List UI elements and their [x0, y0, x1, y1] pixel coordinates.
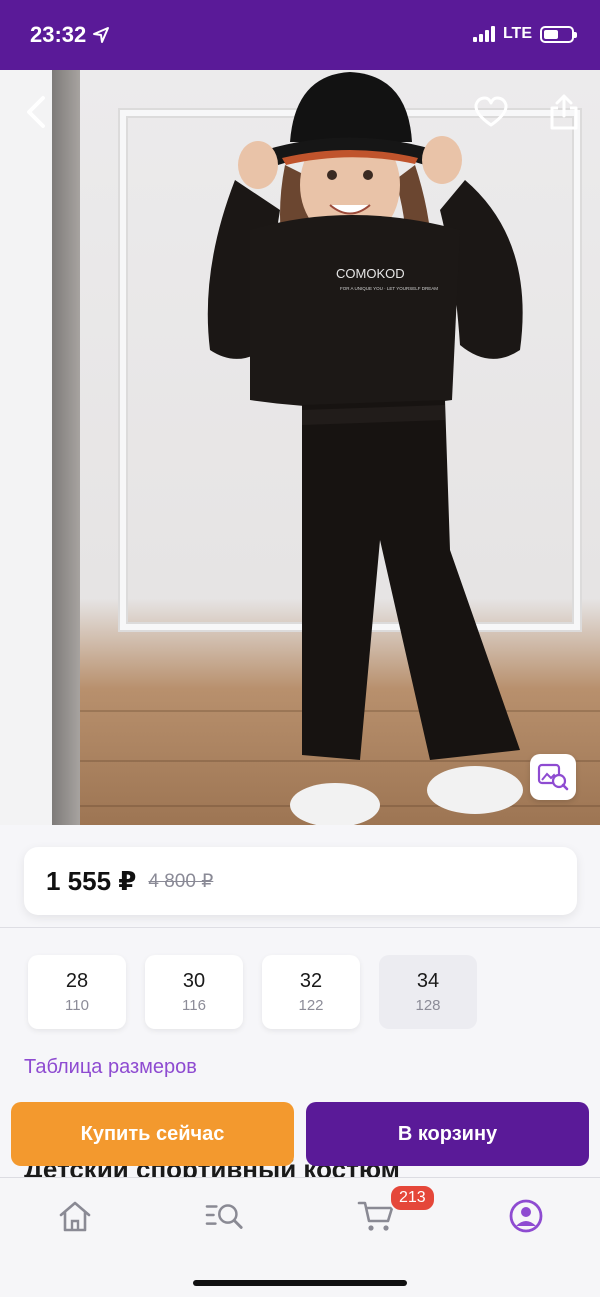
- visual-search-button[interactable]: [530, 754, 576, 800]
- status-indicators: LTE: [472, 25, 577, 43]
- child-in-black-tracksuit: COMOKOD FOR A UNIQUE YOU · LET YOURSELF …: [207, 72, 523, 825]
- size-option-34[interactable]: 34 128: [379, 955, 477, 1029]
- door-frame: [52, 70, 80, 825]
- size-height: 110: [65, 997, 89, 1014]
- product-photo[interactable]: COMOKOD FOR A UNIQUE YOU · LET YOURSELF …: [0, 70, 600, 825]
- old-price: 4 800 ₽: [148, 870, 214, 892]
- add-to-cart-button[interactable]: В корзину: [306, 1102, 589, 1166]
- size-height: 122: [298, 997, 324, 1014]
- share-icon: [550, 94, 578, 130]
- home-indicator: [193, 1280, 407, 1286]
- back-chevron-icon: [27, 96, 45, 128]
- tab-bar: 213: [0, 1177, 600, 1297]
- share-button[interactable]: [540, 88, 588, 136]
- size-height: 128: [415, 997, 441, 1014]
- price-card: 1 555 ₽ 4 800 ₽: [24, 847, 577, 915]
- size-option-30[interactable]: 30 116: [145, 955, 243, 1029]
- sweatshirt-print: COMOKOD: [336, 266, 405, 281]
- tab-profile[interactable]: [506, 1196, 546, 1236]
- status-time: 23:32: [30, 22, 110, 48]
- profile-icon: [509, 1199, 543, 1233]
- network-label: LTE: [502, 25, 532, 42]
- battery-icon: [540, 25, 577, 43]
- size-table-link[interactable]: Таблица размеров: [24, 1056, 197, 1079]
- size-value: 32: [299, 970, 323, 992]
- cart-badge: 213: [389, 1184, 436, 1212]
- visual-search-icon: [537, 763, 569, 791]
- back-button[interactable]: [12, 88, 60, 136]
- current-price: 1 555 ₽: [46, 865, 137, 896]
- location-arrow-icon: [93, 27, 110, 43]
- clock: 23:32: [30, 22, 87, 47]
- size-value: 28: [65, 970, 89, 992]
- home-icon: [59, 1201, 91, 1232]
- size-option-28[interactable]: 28 110: [28, 955, 126, 1029]
- signal-icon: [472, 26, 495, 42]
- size-value: 34: [416, 970, 440, 992]
- status-bar: 23:32 LTE: [0, 0, 600, 70]
- size-height: 116: [182, 997, 206, 1014]
- buy-now-button[interactable]: Купить сейчас: [11, 1102, 294, 1166]
- divider: [0, 927, 600, 928]
- tab-home[interactable]: [55, 1196, 95, 1236]
- catalog-search-icon: [205, 1204, 243, 1229]
- size-selector: 28 110 30 116 32 122 34 128: [28, 955, 477, 1029]
- tab-catalog[interactable]: [205, 1196, 245, 1236]
- action-bar: Купить сейчас В корзину: [11, 1102, 589, 1166]
- size-value: 30: [182, 970, 206, 992]
- heart-icon: [474, 96, 508, 127]
- size-option-32[interactable]: 32 122: [262, 955, 360, 1029]
- sweatshirt-print-sub: FOR A UNIQUE YOU · LET YOURSELF DREAM: [340, 286, 438, 291]
- favorite-button[interactable]: [467, 88, 515, 136]
